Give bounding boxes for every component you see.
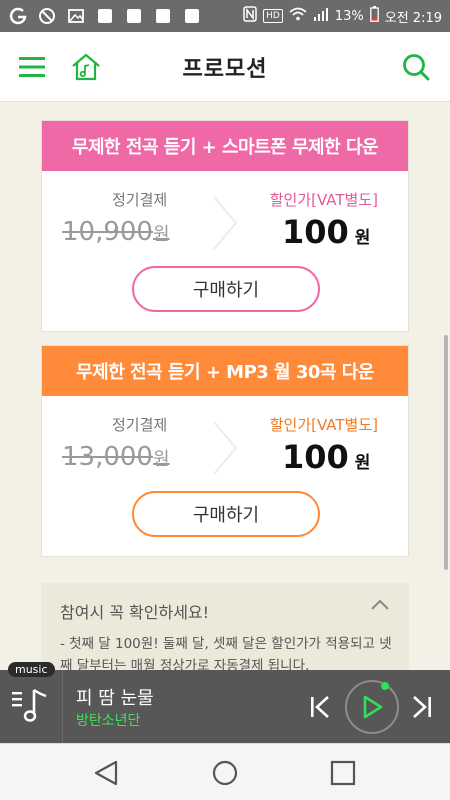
scrollbar[interactable] [444,335,448,570]
buy-button[interactable]: 구매하기 [132,266,320,312]
next-track-icon[interactable] [410,694,434,724]
promo-title: 무제한 전곡 듣기 + MP3 월 30곡 다운 [42,346,408,396]
battery-percent: 13% [334,8,364,24]
sale-price: 100 원 [282,213,371,251]
status-bar: HD 13% 오전 2:19 [0,0,450,32]
wifi-icon [289,7,307,25]
recent-apps-icon[interactable] [328,758,358,788]
music-tag: music [8,662,55,677]
mini-player[interactable]: music 피 땀 눈물 방탄소년단 [0,662,450,743]
app-g-icon [8,6,28,26]
do-not-disturb-icon [37,6,57,26]
app-bar: 프로모션 [0,32,450,102]
playlist-icon[interactable] [10,686,50,730]
notice-body: - 첫째 달 100원! 둘째 달, 셋째 달은 할인가가 적용되고 넷째 달부… [60,636,392,673]
price-row: 정기결제 10,900원 할인가[VAT별도] 100 원 [42,171,408,266]
notification-icon [124,6,144,26]
promo-card: 무제한 전곡 듣기 + MP3 월 30곡 다운 정기결제 13,000원 할인… [41,345,409,557]
chevron-up-icon[interactable] [369,597,391,617]
regular-price-label: 정기결제 [112,416,168,434]
buy-button[interactable]: 구매하기 [132,491,320,537]
notification-icon [95,6,115,26]
playing-indicator [381,682,389,690]
play-icon [363,695,383,719]
battery-icon [369,6,379,26]
page-title: 프로모션 [182,56,268,82]
notice-title: 참여시 꼭 확인하세요! [60,603,210,622]
navigation-bar [0,743,450,800]
back-icon[interactable] [91,758,121,788]
discount-label: 할인가[VAT별도] [269,191,378,209]
promo-title: 무제한 전곡 듣기 + 스마트폰 무제한 다운 [42,121,408,171]
divider [62,670,63,743]
chevron-right-icon [210,193,240,257]
price-row: 정기결제 13,000원 할인가[VAT별도] 100 원 [42,396,408,491]
song-title[interactable]: 피 땀 눈물 [76,684,154,710]
signal-icon [313,7,329,25]
regular-price-label: 정기결제 [112,191,168,209]
notification-icon [153,6,173,26]
discount-label: 할인가[VAT별도] [269,416,378,434]
nfc-icon [243,6,257,26]
sale-price: 100 원 [282,438,371,476]
play-button[interactable] [345,680,399,734]
home-nav-icon[interactable] [210,758,240,788]
previous-track-icon[interactable] [308,694,332,724]
clock: 오전 2:19 [384,10,442,26]
hd-badge: HD [263,9,283,23]
chevron-right-icon [210,418,240,482]
regular-price: 10,900원 [62,217,170,247]
search-icon[interactable] [398,49,434,85]
gallery-icon [66,6,86,26]
notification-icon [182,6,202,26]
promo-card: 무제한 전곡 듣기 + 스마트폰 무제한 다운 정기결제 10,900원 할인가… [41,120,409,332]
notice-panel[interactable]: 참여시 꼭 확인하세요! - 첫째 달 100원! 둘째 달, 셋째 달은 할인… [41,583,409,673]
regular-price: 13,000원 [62,442,170,472]
artist-name[interactable]: 방탄소년단 [76,710,140,730]
